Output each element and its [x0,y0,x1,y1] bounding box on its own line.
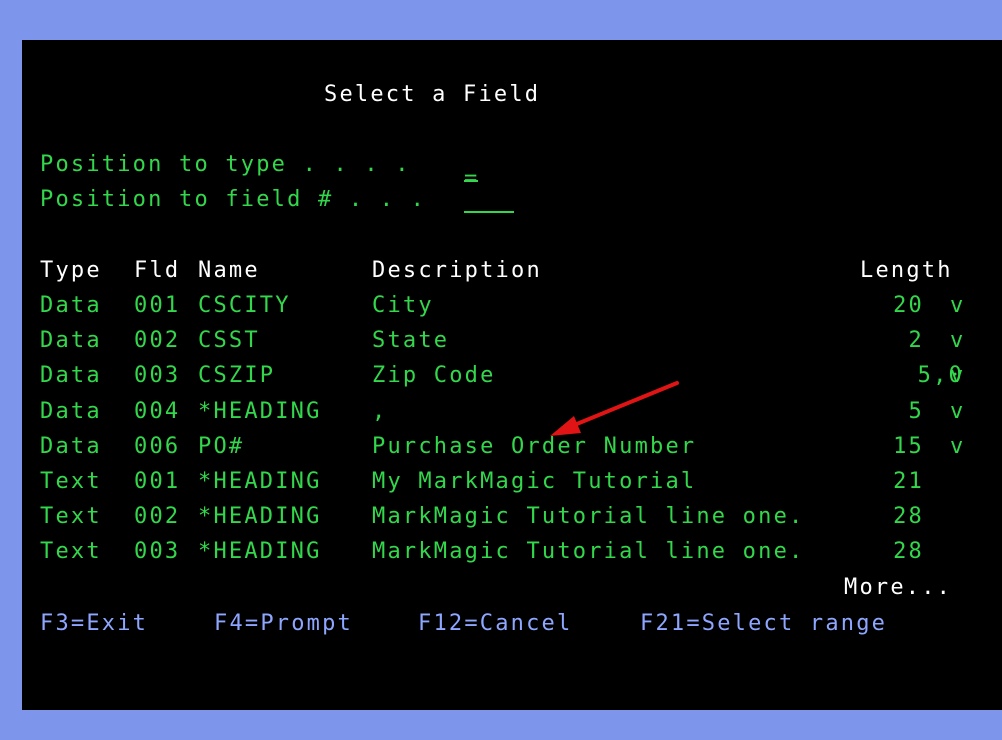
f3-exit-key[interactable]: F3=Exit [40,606,148,641]
position-type-underline [464,180,478,182]
row-name[interactable]: *HEADING [198,534,322,569]
column-header-description: Description [372,258,542,283]
row-fld: 001 [134,469,181,494]
column-header-length: Length [860,258,953,283]
row-flag: v [950,434,966,459]
row-fld: 004 [134,399,181,424]
row-fld: 006 [134,434,181,459]
row-flag: v [950,328,966,353]
terminal-screen: Select a Field Position to type . . . . … [22,40,1002,710]
row-type: Data [40,363,102,388]
row-length: 28 [893,504,924,529]
f12-cancel-key[interactable]: F12=Cancel [418,606,572,641]
f21-select-range-key[interactable]: F21=Select range [640,606,887,641]
row-type: Data [40,293,102,318]
row-length: 5 [908,399,924,424]
row-type: Text [40,504,102,529]
row-description: , [372,399,388,424]
row-length: 2 [908,328,924,353]
row-description: Purchase Order Number [372,434,697,459]
row-description: State [372,328,450,353]
row-description: City [372,293,434,318]
row-description: My MarkMagic Tutorial [372,469,697,494]
row-fld: 002 [134,504,181,529]
row-name[interactable]: CSCITY [198,288,291,323]
row-length: 15 [893,434,924,459]
position-type-label: Position to type . . . . [40,152,411,177]
column-header-fld: Fld [134,258,181,283]
row-length: 28 [893,539,924,564]
row-fld: 002 [134,328,181,353]
row-name[interactable]: CSST [198,323,260,358]
row-flag: v [950,363,966,388]
row-flag: v [950,399,966,424]
row-name[interactable]: *HEADING [198,499,322,534]
row-fld: 001 [134,293,181,318]
row-fld: 003 [134,539,181,564]
row-fld: 003 [134,363,181,388]
column-header-type: Type [40,258,102,283]
more-indicator: More... [844,575,953,600]
row-name[interactable]: *HEADING [198,394,322,429]
page-title: Select a Field [324,82,541,107]
row-length: 21 [893,469,924,494]
row-length: 20 [893,293,924,318]
row-type: Data [40,434,102,459]
position-field-underline [464,211,514,213]
window-frame: Select a Field Position to type . . . . … [0,0,1002,740]
row-description: Zip Code [372,363,496,388]
row-description: MarkMagic Tutorial line one. [372,539,805,564]
row-name[interactable]: PO# [198,429,244,464]
row-description: MarkMagic Tutorial line one. [372,504,805,529]
row-type: Text [40,469,102,494]
row-type: Data [40,328,102,353]
row-name[interactable]: CSZIP [198,358,275,393]
row-name[interactable]: *HEADING [198,464,322,499]
column-header-name: Name [198,258,260,283]
position-field-label: Position to field # . . . [40,187,427,212]
position-type-input[interactable]: = [464,161,479,196]
row-type: Text [40,539,102,564]
f4-prompt-key[interactable]: F4=Prompt [214,606,353,641]
row-flag: v [950,293,966,318]
row-type: Data [40,399,102,424]
